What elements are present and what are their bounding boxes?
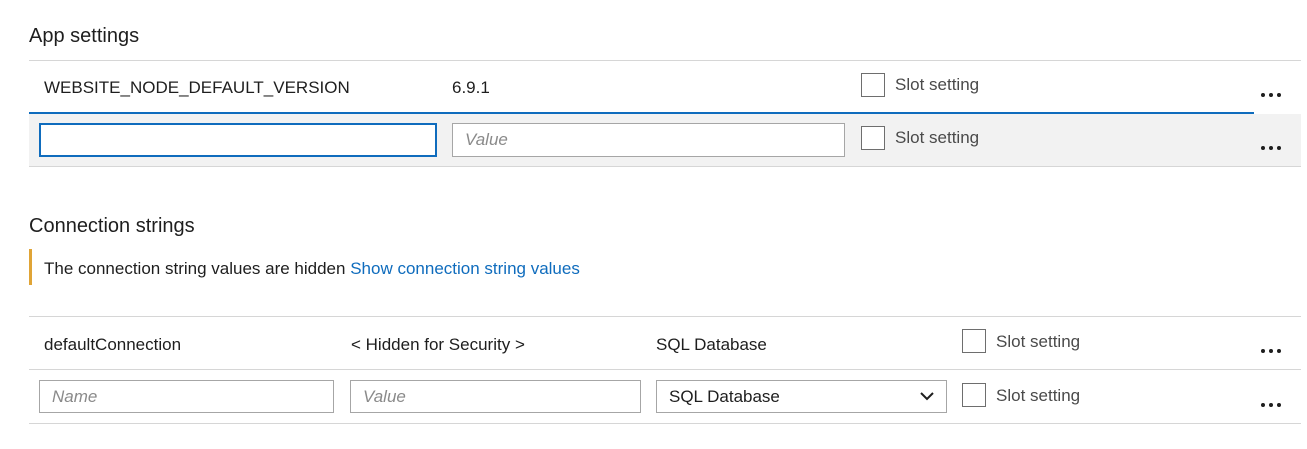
- connection-strings-title: Connection strings: [29, 215, 195, 237]
- connection-type-select[interactable]: SQL Database: [656, 380, 947, 413]
- slot-setting-checkbox[interactable]: [861, 73, 885, 97]
- connection-type: SQL Database: [656, 335, 767, 354]
- app-setting-name-input[interactable]: [39, 123, 437, 157]
- divider: [29, 166, 1301, 167]
- slot-setting-checkbox[interactable]: [962, 383, 986, 407]
- show-connection-values-link[interactable]: Show connection string values: [350, 259, 580, 278]
- notice-text: The connection string values are hidden: [44, 259, 346, 278]
- app-setting-value: 6.9.1: [452, 78, 490, 97]
- more-options-icon[interactable]: [1261, 401, 1285, 409]
- connection-value-input[interactable]: [350, 380, 641, 413]
- connection-string-new-row: SQL Database Slot setting: [29, 370, 1301, 423]
- notice-accent-bar: [29, 249, 32, 285]
- app-setting-row[interactable]: WEBSITE_NODE_DEFAULT_VERSION 6.9.1 Slot …: [29, 61, 1301, 113]
- slot-setting-label: Slot setting: [895, 75, 980, 94]
- app-setting-name: WEBSITE_NODE_DEFAULT_VERSION: [44, 78, 350, 97]
- slot-setting-label: Slot setting: [895, 128, 980, 147]
- app-setting-value-input[interactable]: [452, 123, 845, 157]
- app-setting-new-row: Slot setting: [29, 114, 1301, 166]
- slot-setting-checkbox[interactable]: [962, 329, 986, 353]
- app-settings-title: App settings: [29, 25, 140, 47]
- slot-setting-label: Slot setting: [996, 386, 1081, 405]
- chevron-down-icon: [920, 392, 934, 401]
- connection-value: < Hidden for Security >: [351, 335, 525, 354]
- connection-string-row[interactable]: defaultConnection < Hidden for Security …: [29, 317, 1301, 369]
- more-options-icon[interactable]: [1261, 347, 1285, 355]
- connection-name: defaultConnection: [44, 335, 182, 354]
- divider: [29, 423, 1301, 424]
- notice-message: The connection string values are hidden …: [44, 259, 580, 279]
- connection-type-selected: SQL Database: [669, 387, 780, 406]
- more-options-icon[interactable]: [1261, 91, 1285, 99]
- more-options-icon[interactable]: [1261, 144, 1285, 152]
- connection-name-input[interactable]: [39, 380, 334, 413]
- slot-setting-checkbox[interactable]: [861, 126, 885, 150]
- slot-setting-label: Slot setting: [996, 332, 1081, 351]
